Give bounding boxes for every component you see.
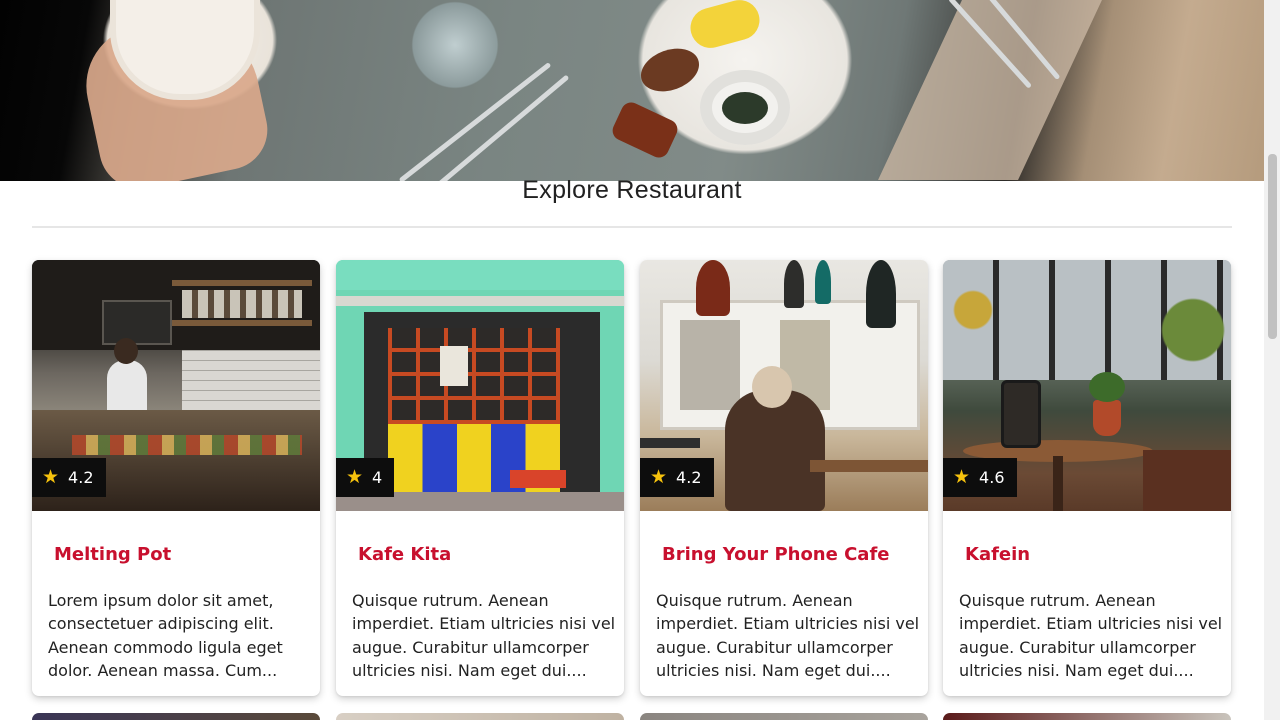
restaurant-name[interactable]: Kafein — [965, 544, 1030, 565]
star-icon: ★ — [953, 466, 971, 488]
hero-food — [686, 0, 764, 53]
section-divider — [32, 226, 1232, 228]
section-title: Explore Restaurant — [522, 176, 742, 204]
hero-spoon — [420, 74, 570, 181]
page-scrollbar[interactable] — [1264, 0, 1280, 720]
restaurant-card-next-row[interactable] — [32, 713, 320, 720]
restaurant-card[interactable]: ★ 4.2 Melting Pot Lorem ipsum dolor sit … — [32, 260, 320, 696]
rating-value: 4.2 — [676, 468, 702, 487]
rating-value: 4 — [372, 468, 383, 487]
rating-value: 4.2 — [68, 468, 94, 487]
restaurant-description: Quisque rutrum. Aenean imperdiet. Etiam … — [656, 591, 920, 680]
rating-badge: ★ 4.6 — [943, 458, 1017, 497]
star-icon: ★ — [42, 466, 60, 488]
star-icon: ★ — [346, 466, 364, 488]
restaurant-card[interactable]: ★ 4.2 Bring Your Phone Cafe Quisque rutr… — [640, 260, 928, 696]
restaurant-description: Quisque rutrum. Aenean imperdiet. Etiam … — [959, 591, 1223, 680]
restaurant-card-next-row[interactable] — [943, 713, 1231, 720]
hero-napkin — [878, 0, 1102, 180]
rating-badge: ★ 4.2 — [640, 458, 714, 497]
restaurant-name[interactable]: Bring Your Phone Cafe — [662, 544, 890, 565]
restaurant-card[interactable]: ★ 4 Kafe Kita Quisque rutrum. Aenean imp… — [336, 260, 624, 696]
star-icon: ★ — [650, 466, 668, 488]
hero-image — [0, 0, 1264, 181]
rating-badge: ★ 4.2 — [32, 458, 106, 497]
hero-fork — [398, 62, 552, 181]
restaurant-description: Lorem ipsum dolor sit amet, consectetuer… — [48, 591, 283, 680]
restaurant-card-next-row[interactable] — [336, 713, 624, 720]
restaurant-name[interactable]: Kafe Kita — [358, 544, 451, 565]
hero-food — [609, 99, 681, 161]
restaurant-name[interactable]: Melting Pot — [54, 544, 171, 565]
hero-food — [634, 40, 706, 100]
rating-value: 4.6 — [979, 468, 1005, 487]
scrollbar-thumb[interactable] — [1268, 154, 1277, 339]
restaurant-description: Quisque rutrum. Aenean imperdiet. Etiam … — [352, 591, 616, 680]
restaurant-card-next-row[interactable] — [640, 713, 928, 720]
restaurant-card[interactable]: ★ 4.6 Kafein Quisque rutrum. Aenean impe… — [943, 260, 1231, 696]
hero-bowl-content — [722, 92, 768, 124]
rating-badge: ★ 4 — [336, 458, 395, 497]
